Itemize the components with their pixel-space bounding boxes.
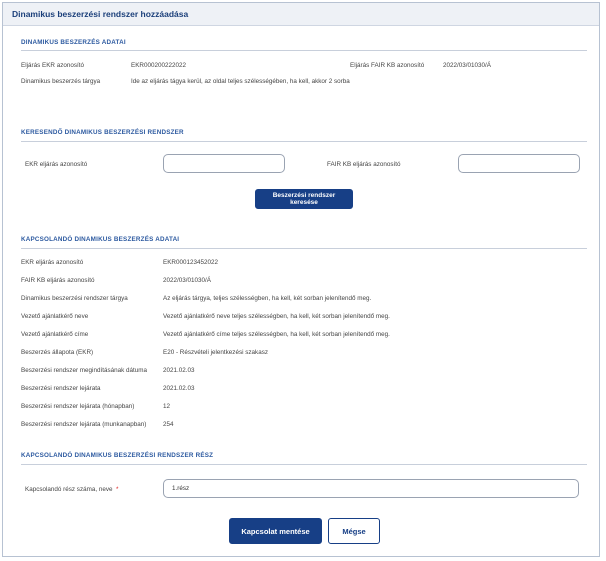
detail-value: 2021.02.03 — [163, 367, 195, 374]
eljaras-fair-value: 2022/03/01030/Á — [443, 62, 491, 69]
section-heading-kapcsolando-resz: KAPCSOLANDÓ DINAMIKUS BESZERZÉSI RENDSZE… — [21, 452, 214, 459]
detail-value: Vezető ajánlatkérő címe teljes szélesség… — [163, 331, 390, 338]
section-heading-keresendo: KERESENDŐ DINAMIKUS BESZERZÉSI RENDSZER — [21, 129, 184, 136]
beszerzes-targya-value: Ide az eljárás tágya kerül, az oldal tel… — [131, 78, 350, 85]
section-heading-kapcsolando-adatai: KAPCSOLANDÓ DINAMIKUS BESZERZÉS ADATAI — [21, 236, 180, 243]
detail-label: Vezető ajánlatkérő címe — [21, 331, 89, 338]
eljaras-ekr-value: EKR000200222022 — [131, 62, 186, 69]
dialog-title-bar: Dinamikus beszerzési rendszer hozzáadása — [3, 3, 599, 26]
part-name-input[interactable] — [163, 479, 579, 498]
detail-value: 254 — [163, 421, 174, 428]
section-divider — [21, 141, 587, 142]
detail-label: Dinamikus beszerzési rendszer tárgya — [21, 295, 128, 302]
detail-value: Vezető ajánlatkérő neve teljes szélesség… — [163, 313, 390, 320]
detail-value: E20 - Részvételi jelentkezési szakasz — [163, 349, 268, 356]
search-fair-input[interactable] — [458, 154, 580, 173]
detail-label: FAIR KB eljárás azonosító — [21, 277, 95, 284]
detail-label: Vezető ajánlatkérő neve — [21, 313, 89, 320]
section-divider — [21, 464, 587, 465]
cancel-button[interactable]: Mégse — [328, 518, 380, 544]
detail-value: 2021.02.03 — [163, 385, 195, 392]
dialog-title: Dinamikus beszerzési rendszer hozzáadása — [12, 9, 189, 19]
beszerzes-targya-label: Dinamikus beszerzés tárgya — [21, 78, 101, 85]
eljaras-fair-label: Eljárás FAIR KB azonosító — [350, 62, 425, 69]
detail-value: 12 — [163, 403, 171, 410]
section-divider — [21, 248, 587, 249]
detail-label: Beszerzési rendszer lejárata — [21, 385, 101, 392]
eljaras-ekr-label: Eljárás EKR azonosító — [21, 62, 84, 69]
detail-value: 2022/03/01030/Á — [163, 277, 211, 284]
search-ekr-label: EKR eljárás azonosító — [25, 161, 88, 168]
detail-label: Beszerzési rendszer lejárata (munkanapba… — [21, 421, 147, 428]
detail-label: EKR eljárás azonosító — [21, 259, 84, 266]
dialog-panel: Dinamikus beszerzési rendszer hozzáadása… — [2, 2, 600, 557]
section-heading-beszerzes-adatai: DINAMIKUS BESZERZÉS ADATAI — [21, 39, 126, 46]
required-marker: * — [116, 486, 119, 493]
detail-label: Beszerzési rendszer megindításának dátum… — [21, 367, 148, 374]
search-fair-label: FAIR KB eljárás azonosító — [327, 161, 401, 168]
detail-value: EKR000123452022 — [163, 259, 218, 266]
detail-label: Beszerzési rendszer lejárata (hónapban) — [21, 403, 135, 410]
detail-label: Beszerzés állapota (EKR) — [21, 349, 94, 356]
save-connection-button[interactable]: Kapcsolat mentése — [229, 518, 322, 544]
section-divider — [21, 50, 587, 51]
search-ekr-input[interactable] — [163, 154, 285, 173]
part-label: Kapcsolandó rész száma, neve * — [25, 486, 118, 493]
search-system-button[interactable]: Beszerzési rendszer keresése — [255, 189, 353, 209]
detail-value: Az eljárás tárgya, teljes szélességben, … — [163, 295, 372, 302]
part-label-text: Kapcsolandó rész száma, neve — [25, 486, 113, 493]
